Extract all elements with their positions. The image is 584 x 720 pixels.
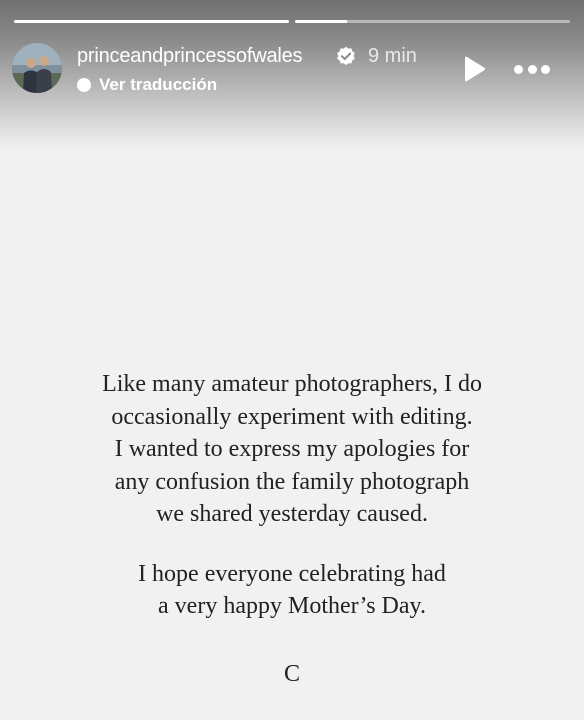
- verified-badge-icon: [337, 46, 355, 65]
- more-dot: [514, 64, 523, 74]
- more-dot: [541, 64, 550, 74]
- progress-fill-1: [14, 20, 289, 23]
- progress-segment-2: [295, 20, 570, 23]
- signature: C: [283, 660, 300, 687]
- translate-icon: [77, 78, 91, 92]
- progress-fill-2: [295, 20, 348, 23]
- username[interactable]: princeandprincessofwales: [77, 45, 303, 68]
- story-viewer[interactable]: princeandprincessofwales 9 min Ver tradu…: [0, 0, 584, 720]
- more-dot: [527, 64, 537, 74]
- story-progress-bar: [14, 20, 570, 23]
- message-line: occasionally experiment with editing.: [111, 403, 473, 430]
- message-line: any confusion the family photograph: [114, 468, 470, 495]
- progress-segment-1: [14, 20, 289, 23]
- profile-photo-icon: [12, 43, 62, 93]
- play-icon[interactable]: [462, 56, 486, 82]
- post-time: 9 min: [368, 45, 417, 67]
- message-line: we shared yesterday caused.: [156, 501, 428, 527]
- message-line: I wanted to express my apologies for: [114, 436, 470, 462]
- translate-label: Ver traducción: [99, 75, 218, 94]
- avatar[interactable]: [12, 43, 62, 93]
- message-line: a very happy Mother’s Day.: [158, 593, 426, 619]
- story-message: Like many amateur photographers, I do oc…: [0, 368, 584, 690]
- more-options-icon[interactable]: [514, 64, 550, 74]
- translate-button[interactable]: Ver traducción: [77, 74, 217, 96]
- message-line: I hope everyone celebrating had: [138, 560, 446, 587]
- message-line: Like many amateur photographers, I do: [102, 371, 482, 397]
